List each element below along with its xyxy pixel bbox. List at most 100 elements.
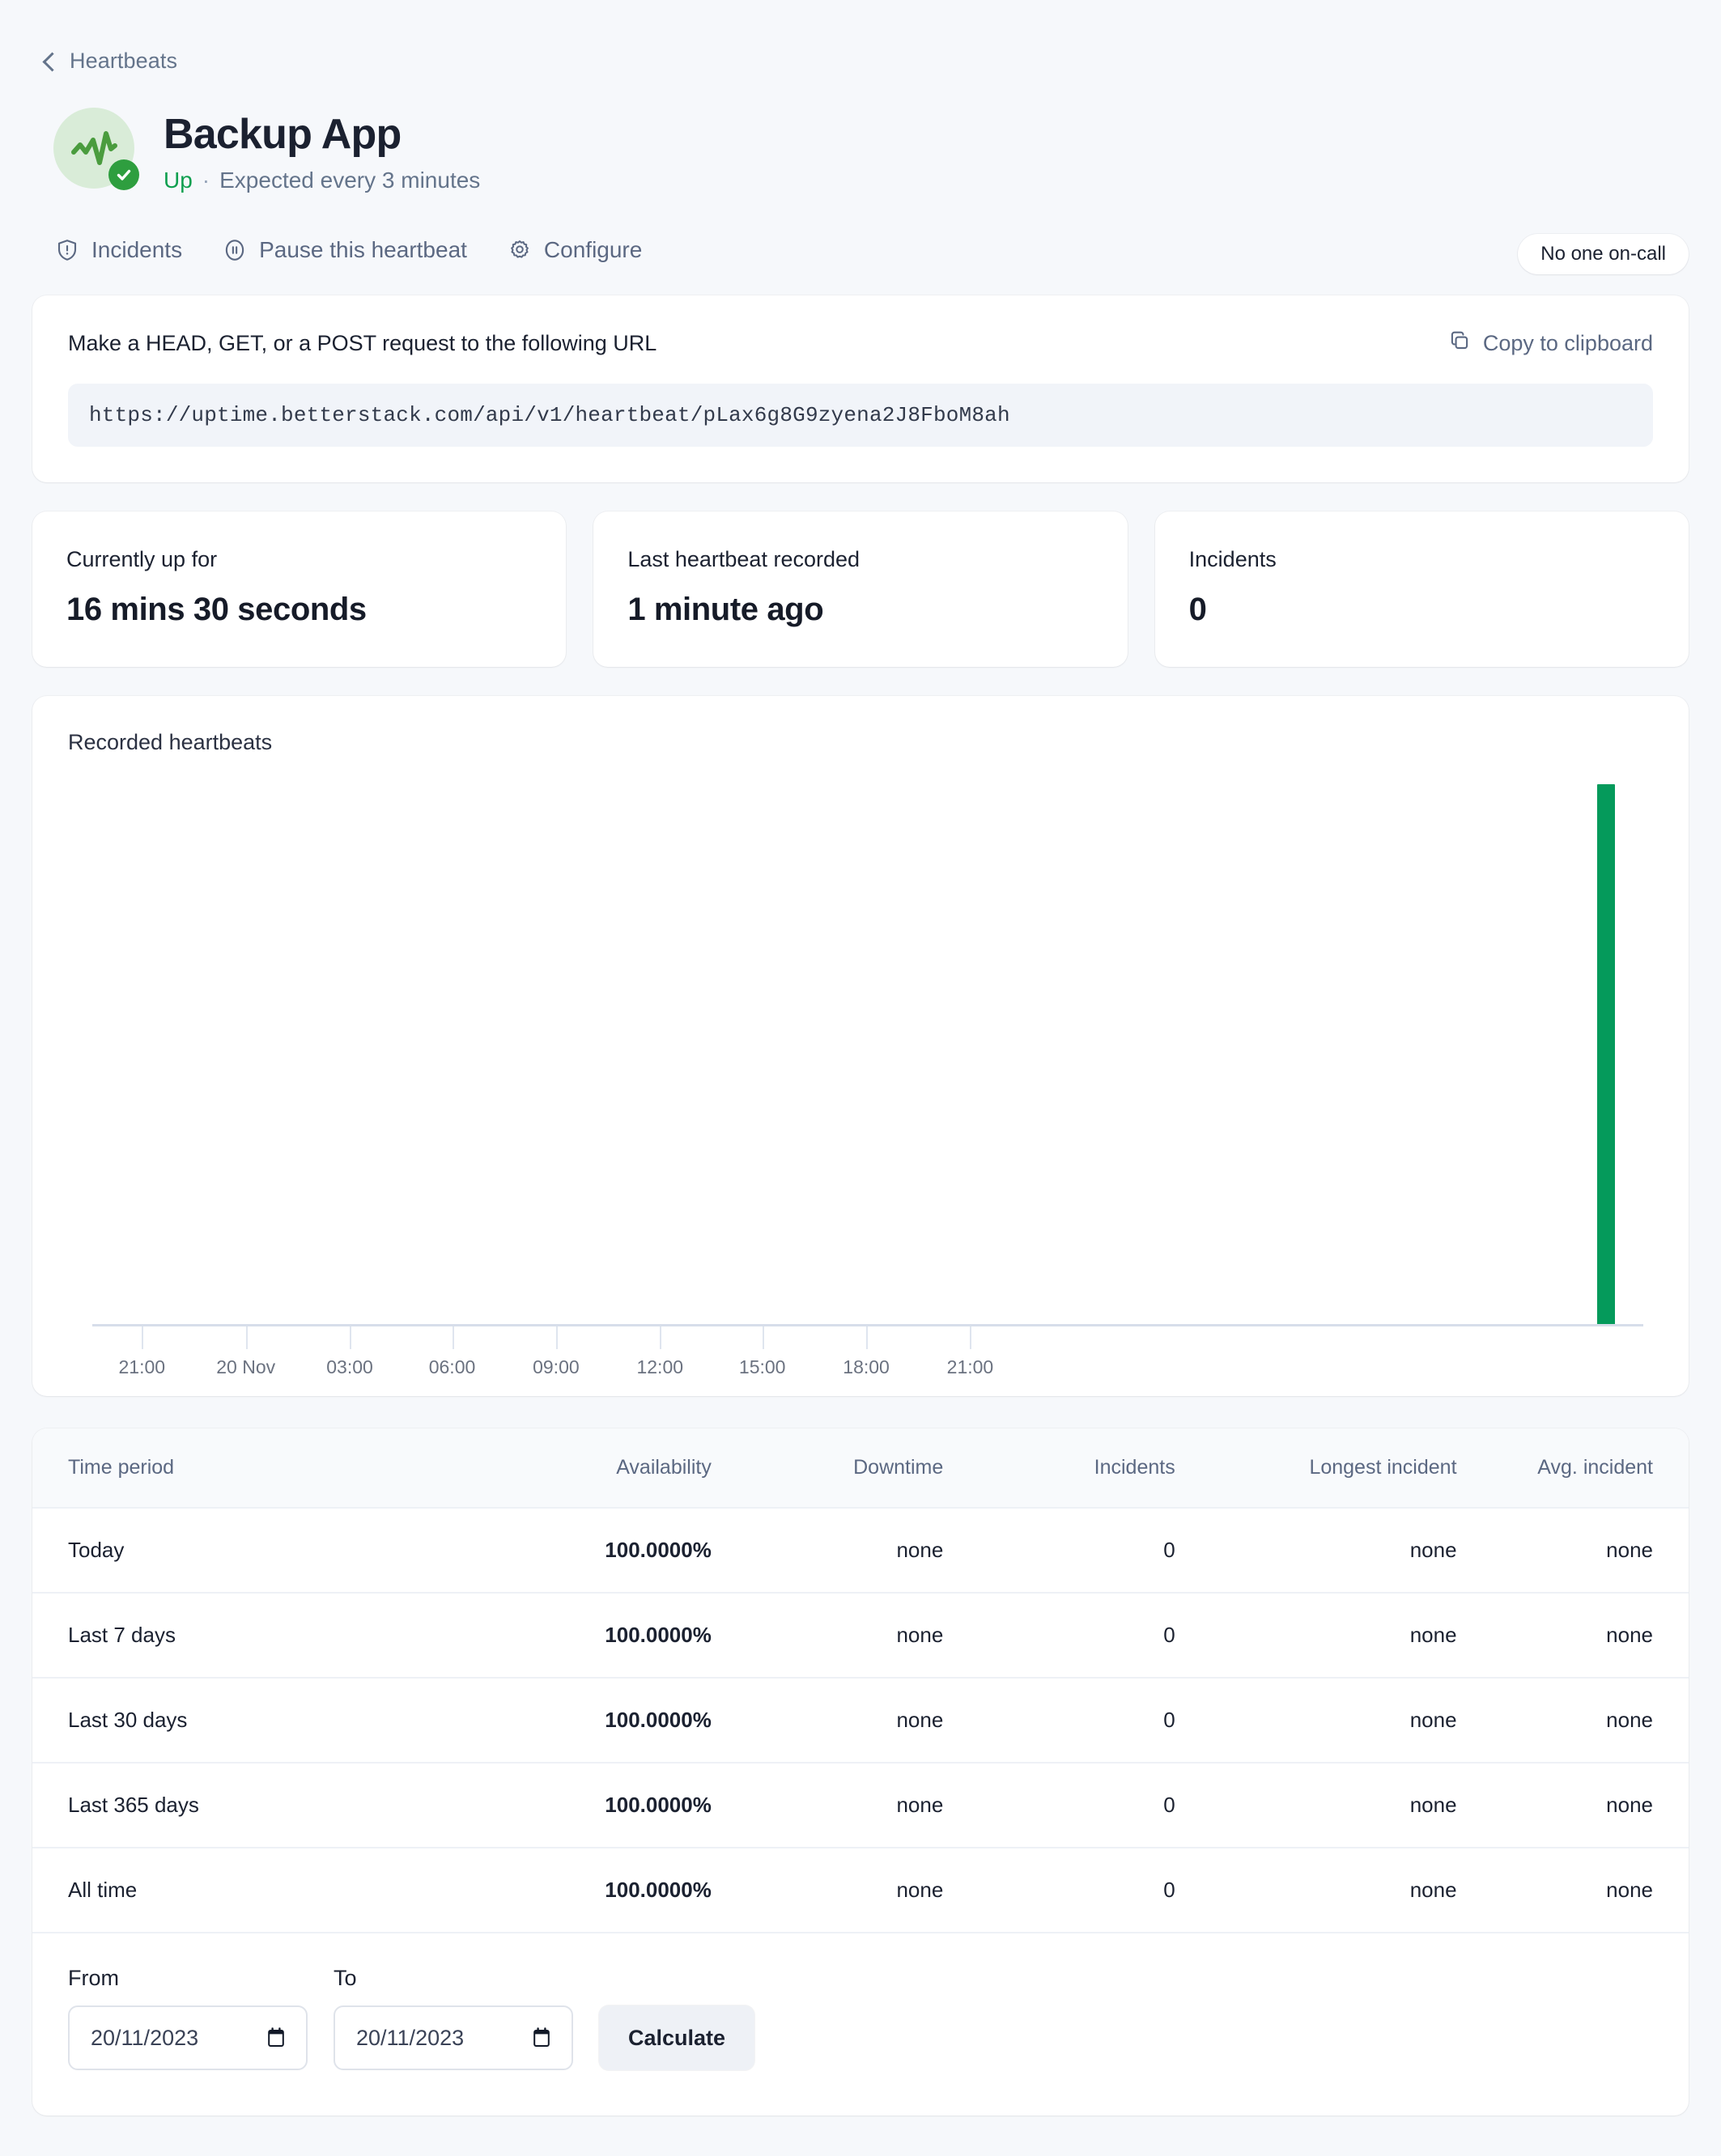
calendar-icon[interactable]	[267, 2027, 285, 2048]
avg-incident-cell: none	[1606, 1538, 1653, 1563]
table-row: Today 100.0000% none 0 none none	[32, 1508, 1689, 1593]
availability-cell: 100.0000%	[605, 1878, 712, 1903]
incidents-cell: 0	[1163, 1793, 1175, 1818]
downtime-cell: none	[896, 1623, 944, 1648]
availability-cell: 100.0000%	[605, 1793, 712, 1818]
from-date-input[interactable]: 20/11/2023	[68, 2005, 308, 2071]
page-title: Backup App	[164, 111, 402, 158]
longest-incident-cell: none	[1409, 1878, 1457, 1903]
to-field-group: To 20/11/2023	[334, 1966, 573, 2071]
chart-tick-label: 09:00	[533, 1356, 580, 1378]
incidents-cell: 0	[1163, 1538, 1175, 1563]
stat-card-last-heartbeat: Last heartbeat recorded 1 minute ago	[593, 511, 1128, 668]
stat-value: 1 minute ago	[627, 592, 824, 628]
availability-cell: 100.0000%	[605, 1538, 712, 1563]
copy-icon	[1448, 329, 1471, 358]
table-row: Last 7 days 100.0000% none 0 none none	[32, 1593, 1689, 1678]
stat-card-currently-up-for: Currently up for 16 mins 30 seconds	[32, 511, 567, 668]
downtime-cell: none	[896, 1878, 944, 1903]
stat-card-incidents: Incidents 0	[1154, 511, 1689, 668]
period-cell: All time	[68, 1878, 138, 1903]
pause-heartbeat-button[interactable]: Pause this heartbeat	[223, 237, 467, 263]
table-header: Time period Availability Downtime Incide…	[32, 1428, 1689, 1509]
chart-tick-mark	[555, 1326, 558, 1350]
url-instruction: Make a HEAD, GET, or a POST request to t…	[68, 331, 657, 356]
pause-circle-icon	[223, 238, 247, 262]
availability-table-card: Time period Availability Downtime Incide…	[32, 1428, 1689, 2116]
longest-incident-cell: none	[1409, 1538, 1457, 1563]
longest-incident-cell: none	[1409, 1708, 1457, 1733]
chart-tick-mark	[660, 1326, 662, 1350]
configure-button[interactable]: Configure	[508, 237, 642, 263]
chart-tick-mark	[245, 1326, 248, 1350]
table-row: All time 100.0000% none 0 none none	[32, 1848, 1689, 1932]
column-header-incidents: Incidents	[1094, 1456, 1175, 1479]
breadcrumb[interactable]: Heartbeats	[32, 0, 1689, 74]
column-header-avg-incident: Avg. incident	[1537, 1456, 1653, 1479]
chevron-left-icon	[42, 54, 57, 69]
from-field-group: From 20/11/2023	[68, 1966, 308, 2071]
chart-tick-label: 15:00	[738, 1356, 786, 1378]
period-cell: Today	[68, 1538, 125, 1563]
chart-tick-label: 18:00	[843, 1356, 890, 1378]
longest-incident-cell: none	[1409, 1793, 1457, 1818]
chart-tick-mark	[866, 1326, 869, 1350]
stat-label: Currently up for	[66, 547, 218, 572]
stat-value: 16 mins 30 seconds	[66, 592, 367, 628]
avg-incident-cell: none	[1606, 1708, 1653, 1733]
chart-tick-mark	[762, 1326, 764, 1350]
availability-cell: 100.0000%	[605, 1623, 712, 1648]
page-root: Heartbeats Backup App Up · Expected ever…	[0, 0, 1721, 2156]
from-date-value: 20/11/2023	[91, 2025, 199, 2050]
chart-bar	[1596, 784, 1615, 1327]
table-row: Last 30 days 100.0000% none 0 none none	[32, 1678, 1689, 1763]
chart-tick-label: 12:00	[636, 1356, 684, 1378]
page-header: Backup App Up · Expected every 3 minutes	[32, 74, 1689, 193]
shield-alert-icon	[55, 238, 79, 262]
column-header-time-period: Time period	[68, 1456, 175, 1479]
heartbeat-url-value[interactable]: https://uptime.betterstack.com/api/v1/he…	[68, 384, 1653, 448]
check-circle-icon	[108, 159, 139, 190]
incidents-button[interactable]: Incidents	[55, 237, 182, 263]
custom-range-form: From 20/11/2023 To 20/11/2023 Calculate	[32, 1932, 1689, 2116]
chart-tick-mark	[350, 1326, 352, 1350]
to-date-input[interactable]: 20/11/2023	[334, 2005, 573, 2071]
heartbeat-url-card: Make a HEAD, GET, or a POST request to t…	[32, 295, 1689, 483]
chart-tick-label: 03:00	[326, 1356, 373, 1378]
chart-tick-mark	[970, 1326, 972, 1350]
recorded-heartbeats-card: Recorded heartbeats 21:00 20 Nov 03:00 06:0…	[32, 696, 1689, 1397]
oncall-badge[interactable]: No one on-call	[1518, 234, 1689, 275]
chart-tick-mark	[452, 1326, 454, 1350]
column-header-downtime: Downtime	[853, 1456, 944, 1479]
availability-cell: 100.0000%	[605, 1708, 712, 1733]
to-label: To	[334, 1966, 357, 1991]
incidents-cell: 0	[1163, 1623, 1175, 1648]
period-cell: Last 30 days	[68, 1708, 188, 1733]
to-date-value: 20/11/2023	[356, 2025, 465, 2050]
calculate-button[interactable]: Calculate	[599, 2005, 755, 2071]
downtime-cell: none	[896, 1538, 944, 1563]
avg-incident-cell: none	[1606, 1623, 1653, 1648]
chart-tick-label: 20 Nov	[216, 1356, 276, 1378]
table-row: Last 365 days 100.0000% none 0 none none	[32, 1763, 1689, 1848]
column-header-availability: Availability	[616, 1456, 712, 1479]
avatar	[53, 108, 139, 190]
avg-incident-cell: none	[1606, 1793, 1653, 1818]
incidents-cell: 0	[1163, 1878, 1175, 1903]
chart-x-ticks: 21:00 20 Nov 03:00 06:00 09:00 12:00 15:00 18:0…	[92, 1326, 1643, 1377]
pause-heartbeat-label: Pause this heartbeat	[259, 237, 467, 263]
expectation-text: Expected every 3 minutes	[219, 168, 481, 193]
status-badge: Up	[164, 168, 193, 193]
calendar-icon[interactable]	[533, 2027, 550, 2048]
stat-label: Incidents	[1188, 547, 1277, 572]
gear-icon	[508, 238, 532, 262]
heartbeats-bar-chart: 21:00 20 Nov 03:00 06:00 09:00 12:00 15:00 18:0…	[68, 784, 1653, 1377]
period-cell: Last 7 days	[68, 1623, 176, 1648]
availability-table: Time period Availability Downtime Incide…	[32, 1428, 1689, 1932]
breadcrumb-label: Heartbeats	[70, 49, 178, 73]
downtime-cell: none	[896, 1708, 944, 1733]
chart-title: Recorded heartbeats	[68, 730, 273, 755]
chart-tick-label: 21:00	[946, 1356, 994, 1378]
incidents-label: Incidents	[91, 237, 183, 263]
copy-to-clipboard-button[interactable]: Copy to clipboard	[1448, 329, 1653, 358]
